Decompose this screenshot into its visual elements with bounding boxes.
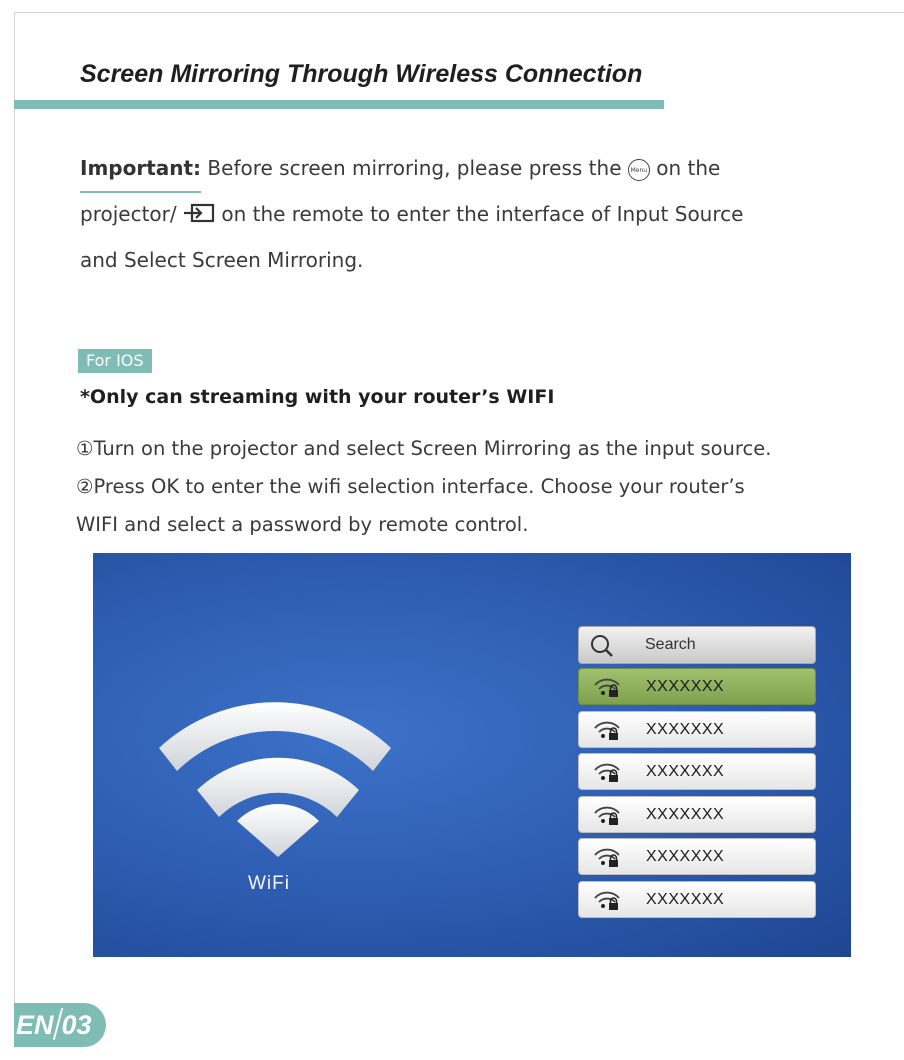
section-title: Screen Mirroring Through Wireless Connec… <box>80 60 643 88</box>
network-item-3[interactable]: XXXXXXX <box>578 753 816 790</box>
search-icon <box>591 635 613 657</box>
network-name: XXXXXXX <box>646 763 725 780</box>
important-label: Important: <box>80 145 202 193</box>
wifi-label: WiFi <box>248 873 290 894</box>
network-item-1[interactable]: XXXXXXX <box>578 668 816 705</box>
important-line-1: Important: Before screen mirroring, plea… <box>80 145 880 193</box>
wifi-icon <box>159 702 391 857</box>
wifi-lock-icon <box>594 891 620 910</box>
network-name: XXXXXXX <box>646 805 725 823</box>
search-box[interactable]: Search <box>578 626 816 664</box>
top-border-line <box>14 12 904 13</box>
menu-icon: Menu <box>627 159 650 181</box>
projector-wifi-screen: WiFi Search XXXXXXX XXXXXXX XXXXXXX XXXX… <box>93 553 851 957</box>
network-name: XXXXXXX <box>646 720 725 738</box>
step-1: ①Turn on the projector and select Screen… <box>76 437 772 460</box>
wifi-lock-icon <box>594 678 620 697</box>
step-2: ②Press OK to enter the wifi selection in… <box>76 475 745 498</box>
wifi-lock-icon <box>594 806 620 825</box>
important-line-3: and Select Screen Mirroring. <box>80 248 364 272</box>
network-item-2[interactable]: XXXXXXX <box>578 710 816 748</box>
page-number: 03 <box>61 1010 92 1040</box>
left-border-line <box>14 12 15 1012</box>
wifi-lock-icon <box>594 721 620 740</box>
search-label: Search <box>645 636 696 653</box>
title-underline-bar <box>14 100 664 109</box>
important-text-2a: projector/ <box>80 202 183 226</box>
network-name: XXXXXXX <box>646 678 725 695</box>
network-name: XXXXXXX <box>646 848 725 865</box>
network-name: XXXXXXX <box>646 890 725 908</box>
page-number-badge: EN 03 <box>14 1003 106 1047</box>
important-text-2b: on the remote to enter the interface of … <box>214 202 744 226</box>
important-text-1b: on the <box>649 156 721 180</box>
network-item-6[interactable]: XXXXXXX <box>578 880 816 918</box>
language-code: EN <box>16 1010 54 1040</box>
input-source-icon <box>183 203 215 223</box>
network-item-5[interactable]: XXXXXXX <box>578 838 816 875</box>
important-note: Important: Before screen mirroring, plea… <box>80 145 880 283</box>
wifi-lock-icon <box>594 763 620 782</box>
for-ios-tag: For IOS <box>78 349 152 373</box>
wifi-lock-icon <box>594 848 620 867</box>
step-2-continued: WIFI and select a password by remote con… <box>76 513 529 536</box>
ios-steps: ①Turn on the projector and select Screen… <box>76 430 902 544</box>
network-item-4[interactable]: XXXXXXX <box>578 795 816 833</box>
wifi-network-list: XXXXXXX XXXXXXX XXXXXXX XXXXXXX XXXXXXX … <box>578 668 816 923</box>
important-text-1a: Before screen mirroring, please press th… <box>201 156 628 180</box>
important-line-2: projector/ on the remote to enter the in… <box>80 191 880 237</box>
router-wifi-note: *Only can streaming with your router’s W… <box>80 386 555 408</box>
